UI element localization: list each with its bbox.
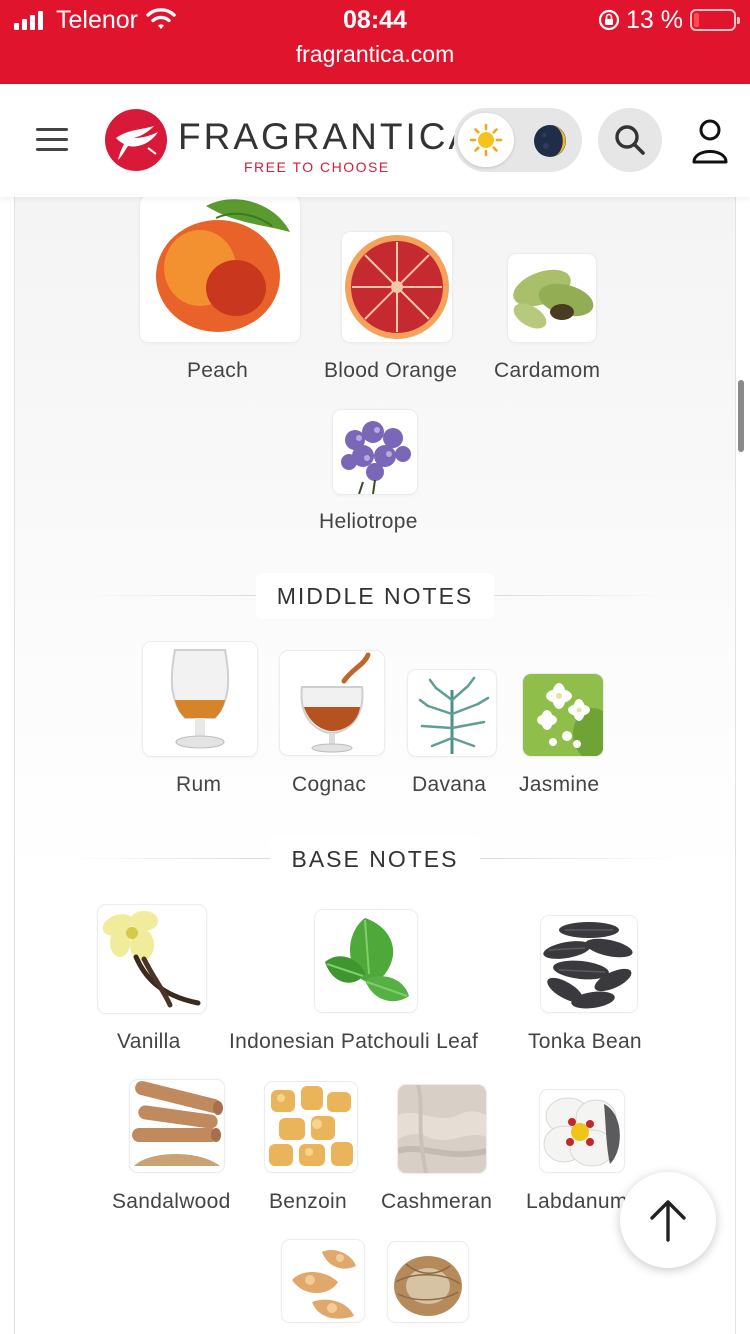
battery-percent: 13 % — [626, 6, 683, 34]
theme-toggle[interactable] — [454, 108, 582, 172]
cognac-image[interactable] — [280, 651, 384, 755]
note-label[interactable]: Vanilla — [117, 1030, 181, 1054]
note-label[interactable]: Tonka Bean — [528, 1030, 642, 1054]
note-label[interactable]: Cardamom — [494, 359, 600, 383]
moon-icon[interactable] — [532, 123, 568, 159]
peach-image[interactable] — [140, 196, 300, 342]
note-label[interactable]: Indonesian Patchouli Leaf — [229, 1030, 478, 1054]
rum-image[interactable] — [143, 642, 257, 756]
heliotrope-image[interactable] — [333, 410, 417, 494]
scrollbar-thumb[interactable] — [738, 380, 744, 452]
logo-bird-icon[interactable] — [104, 108, 168, 172]
cardamom-image[interactable] — [508, 254, 596, 342]
light-mode-button[interactable] — [458, 113, 514, 167]
status-bar: Telenor 08:44 13 % fragrantica.com — [0, 0, 750, 84]
note-label[interactable]: Davana — [412, 773, 486, 797]
note-label[interactable]: Cashmeran — [381, 1190, 492, 1214]
logo-tagline: FREE TO CHOOSE — [244, 159, 390, 175]
note-label[interactable]: Peach — [187, 359, 248, 383]
middle-notes-heading: MIDDLE NOTES — [256, 573, 494, 619]
note-label[interactable]: Benzoin — [269, 1190, 347, 1214]
search-icon — [615, 125, 645, 155]
note-label[interactable]: Heliotrope — [319, 510, 418, 534]
battery-icon — [690, 9, 740, 31]
resin-pieces-image[interactable] — [282, 1240, 364, 1322]
note-label[interactable]: Sandalwood — [112, 1190, 231, 1214]
logo-text[interactable]: FRAGRANTICA — [178, 116, 476, 158]
scroll-to-top-button[interactable] — [620, 1172, 716, 1268]
benzoin-image[interactable] — [265, 1082, 357, 1172]
note-label[interactable]: Rum — [176, 773, 221, 797]
note-label[interactable]: Jasmine — [519, 773, 599, 797]
blood-orange-image[interactable] — [342, 232, 452, 342]
site-header: FRAGRANTICA FREE TO CHOOSE — [0, 84, 750, 197]
labdanum-image[interactable] — [540, 1090, 624, 1172]
patchouli-leaf-image[interactable] — [315, 910, 417, 1012]
search-button[interactable] — [598, 108, 662, 172]
vanilla-image[interactable] — [98, 905, 206, 1013]
sandalwood-image[interactable] — [130, 1080, 224, 1172]
rotation-lock-icon — [598, 9, 620, 31]
arrow-up-icon — [650, 1200, 686, 1242]
sun-icon — [469, 123, 503, 157]
root-fibers-image[interactable] — [388, 1242, 468, 1322]
davana-image[interactable] — [408, 670, 496, 756]
url-bar[interactable]: fragrantica.com — [0, 41, 750, 68]
note-label[interactable]: Cognac — [292, 773, 366, 797]
menu-icon[interactable] — [36, 128, 68, 152]
base-notes-heading: BASE NOTES — [270, 836, 480, 882]
tonka-bean-image[interactable] — [541, 916, 637, 1012]
note-label[interactable]: Labdanum — [526, 1190, 628, 1214]
note-label[interactable]: Blood Orange — [324, 359, 457, 383]
cashmeran-image[interactable] — [398, 1085, 486, 1173]
user-account-icon[interactable] — [690, 118, 730, 164]
jasmine-image[interactable] — [523, 674, 603, 756]
